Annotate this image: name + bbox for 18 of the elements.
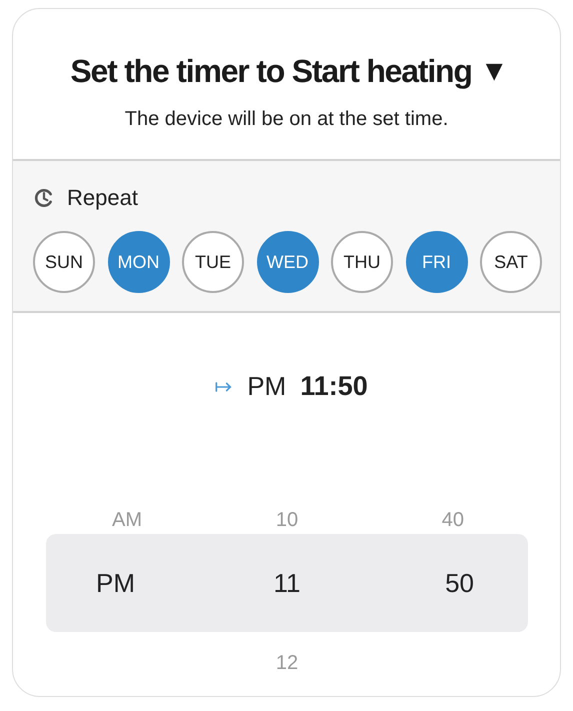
screen-title: Set the timer to Start heating (70, 53, 472, 90)
picker-option[interactable]: 50 (445, 568, 474, 598)
day-toggle[interactable]: MON (108, 231, 170, 293)
day-toggle[interactable]: WED (256, 231, 318, 293)
time-period: PM (247, 371, 286, 402)
clock-icon (33, 187, 55, 209)
picker-option[interactable]: 11 (273, 568, 300, 598)
day-toggle[interactable]: SUN (33, 231, 95, 293)
picker-option[interactable]: PM (96, 568, 135, 598)
time-value: 11:50 (300, 371, 368, 402)
subtitle: The device will be on at the set time. (124, 108, 448, 131)
repeat-label: Repeat (67, 185, 138, 211)
day-toggle[interactable]: THU (331, 231, 393, 293)
day-toggle[interactable]: TUE (182, 231, 244, 293)
dropdown-toggle[interactable]: ▼ (486, 59, 503, 84)
day-toggle[interactable]: SAT (480, 231, 542, 293)
day-toggle[interactable]: FRI (406, 231, 468, 293)
arrow-to-bar-icon (215, 380, 234, 392)
